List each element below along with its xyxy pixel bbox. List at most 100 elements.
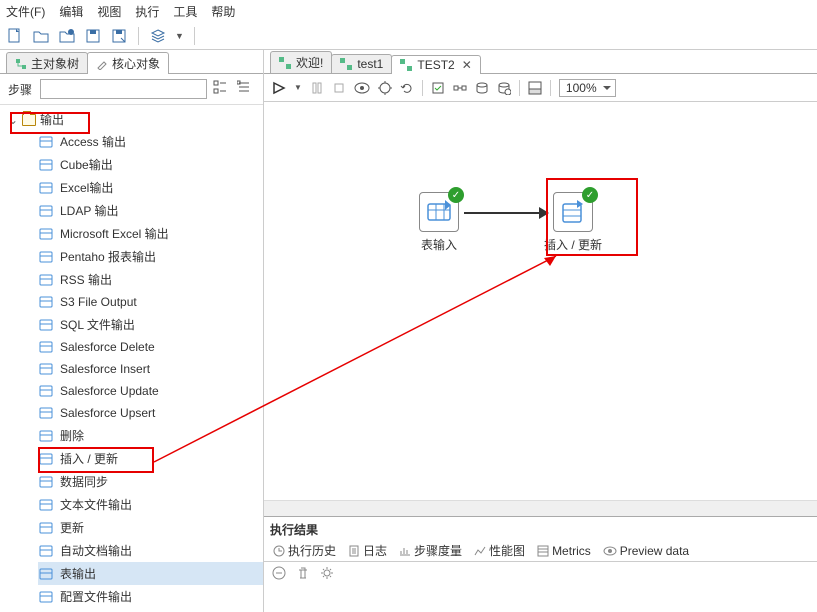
open-db-icon[interactable] [58, 27, 76, 45]
tree-icon [15, 58, 27, 70]
verify-icon[interactable] [431, 81, 445, 95]
tree-item-label: 更新 [60, 519, 84, 536]
new-file-icon[interactable] [6, 27, 24, 45]
results-tab-history[interactable]: 执行历史 [268, 540, 341, 561]
zoom-value: 100% [566, 81, 597, 95]
step-icon [38, 520, 54, 536]
results-tab-metrics[interactable]: Metrics [532, 542, 596, 560]
step-icon [38, 226, 54, 242]
tree-item[interactable]: 自动文档输出 [38, 539, 263, 562]
expand-tree-icon[interactable] [213, 80, 231, 98]
step-search-row: 步骤 [0, 74, 263, 104]
step-icon [38, 361, 54, 377]
layers-icon[interactable] [149, 27, 167, 45]
tree-item[interactable]: LDAP 输出 [38, 199, 263, 222]
tree-item[interactable]: 更新 [38, 516, 263, 539]
tree-item-label: Microsoft Excel 输出 [60, 225, 169, 242]
tree-item[interactable]: Salesforce Delete [38, 336, 263, 358]
tree-item[interactable]: Excel输出 [38, 176, 263, 199]
zoom-select[interactable]: 100% [559, 79, 616, 97]
show-results-icon[interactable] [528, 81, 542, 95]
step-search-input[interactable] [40, 79, 207, 99]
tab-test2[interactable]: TEST2 ✕ [391, 55, 480, 74]
menu-view[interactable]: 视图 [97, 3, 121, 20]
replay-icon[interactable] [400, 81, 414, 95]
step-icon [38, 566, 54, 582]
results-tab-step-metrics[interactable]: 步骤度量 [394, 540, 467, 561]
menu-help[interactable]: 帮助 [211, 3, 235, 20]
tree-folder-output[interactable]: ⌄ 输出 [4, 109, 263, 130]
tree-item[interactable]: 配置文件输出 [38, 585, 263, 608]
step-metrics-icon [399, 545, 411, 557]
step-icon [38, 383, 54, 399]
results-tab-perf[interactable]: 性能图 [469, 540, 530, 561]
stop-icon[interactable] [332, 81, 346, 95]
tree-item[interactable]: Salesforce Insert [38, 358, 263, 380]
tree-item[interactable]: RSS 输出 [38, 268, 263, 291]
tree-item[interactable]: 文本文件输出 [38, 493, 263, 516]
node-table-input[interactable]: ✓ 表输入 [419, 192, 459, 253]
debug-icon[interactable] [378, 81, 392, 95]
tab-main-object-tree[interactable]: 主对象树 [6, 52, 88, 74]
hop-arrow[interactable] [464, 212, 539, 214]
tree-item[interactable]: Salesforce Upsert [38, 402, 263, 424]
menu-edit[interactable]: 编辑 [59, 3, 83, 20]
transformation-canvas[interactable]: ✓ 表输入 ✓ 插入 / 更新 [264, 102, 817, 516]
tree-item[interactable]: S3 File Output [38, 291, 263, 313]
run-icon[interactable] [272, 81, 286, 95]
tree-item[interactable]: 数据同步 [38, 470, 263, 493]
run-dropdown-icon[interactable]: ▼ [294, 83, 302, 92]
tab-test1-label: test1 [357, 57, 383, 71]
tab-welcome[interactable]: 欢迎! [270, 51, 332, 73]
tree-item[interactable]: Microsoft Excel 输出 [38, 222, 263, 245]
steps-tree[interactable]: ⌄ 输出 Access 输出 Cube输出Excel输出LDAP 输出 Micros… [0, 104, 263, 612]
node-table-input-label: 表输入 [419, 236, 459, 253]
dropdown-caret-icon[interactable]: ▼ [175, 31, 184, 41]
tree-item[interactable]: SQL 文件输出 [38, 313, 263, 336]
clear-results-icon[interactable] [296, 566, 310, 580]
chevron-down-icon[interactable]: ⌄ [8, 113, 18, 127]
tab-core-objects[interactable]: 核心对象 [87, 52, 169, 74]
menu-run[interactable]: 执行 [135, 3, 159, 20]
menu-tools[interactable]: 工具 [173, 3, 197, 20]
node-insert-update[interactable]: ✓ 插入 / 更新 [544, 192, 602, 253]
tab-main-label: 主对象树 [31, 55, 79, 72]
tree-item-label: Pentaho 报表输出 [60, 248, 156, 265]
tree-item[interactable]: 插入 / 更新 [38, 447, 263, 470]
step-search-label: 步骤 [8, 81, 34, 98]
collapse-tree-icon[interactable] [237, 80, 255, 98]
tree-item[interactable]: Pentaho 报表输出 [38, 245, 263, 268]
horizontal-scrollbar[interactable] [264, 500, 817, 516]
close-tab-icon[interactable]: ✕ [462, 58, 472, 72]
results-tab-preview[interactable]: Preview data [598, 542, 694, 560]
step-icon [38, 157, 54, 173]
save-icon[interactable] [84, 27, 102, 45]
tree-item[interactable]: Cube输出 [38, 153, 263, 176]
tree-item-label: Access 输出 [60, 133, 126, 150]
tree-item[interactable]: 表输出 [38, 562, 263, 585]
tree-item-label: Salesforce Upsert [60, 406, 155, 420]
metrics-icon [537, 545, 549, 557]
tree-item[interactable]: 删除 [38, 424, 263, 447]
open-folder-icon[interactable] [32, 27, 50, 45]
tree-item[interactable]: Salesforce Update [38, 380, 263, 402]
tree-item-label: SQL 文件输出 [60, 316, 135, 333]
menu-file[interactable]: 文件(F) [6, 3, 45, 20]
settings-results-icon[interactable] [320, 566, 334, 580]
impact-icon[interactable] [453, 81, 467, 95]
menu-bar: 文件(F) 编辑 视图 执行 工具 帮助 [0, 0, 817, 22]
tree-item-label: 文本文件输出 [60, 496, 132, 513]
tree-item-label: 数据同步 [60, 473, 108, 490]
pause-icon[interactable] [310, 81, 324, 95]
step-icon [38, 428, 54, 444]
tab-test1[interactable]: test1 [331, 54, 392, 73]
explore-db-icon[interactable] [497, 81, 511, 95]
sql-icon[interactable] [475, 81, 489, 95]
save-as-icon[interactable] [110, 27, 128, 45]
left-panel-tabs: 主对象树 核心对象 [0, 50, 263, 74]
preview-icon[interactable] [354, 82, 370, 94]
tree-item[interactable]: Access 输出 [38, 130, 263, 153]
step-icon [38, 339, 54, 355]
stop-results-icon[interactable] [272, 566, 286, 580]
results-tab-log[interactable]: 日志 [343, 540, 392, 561]
